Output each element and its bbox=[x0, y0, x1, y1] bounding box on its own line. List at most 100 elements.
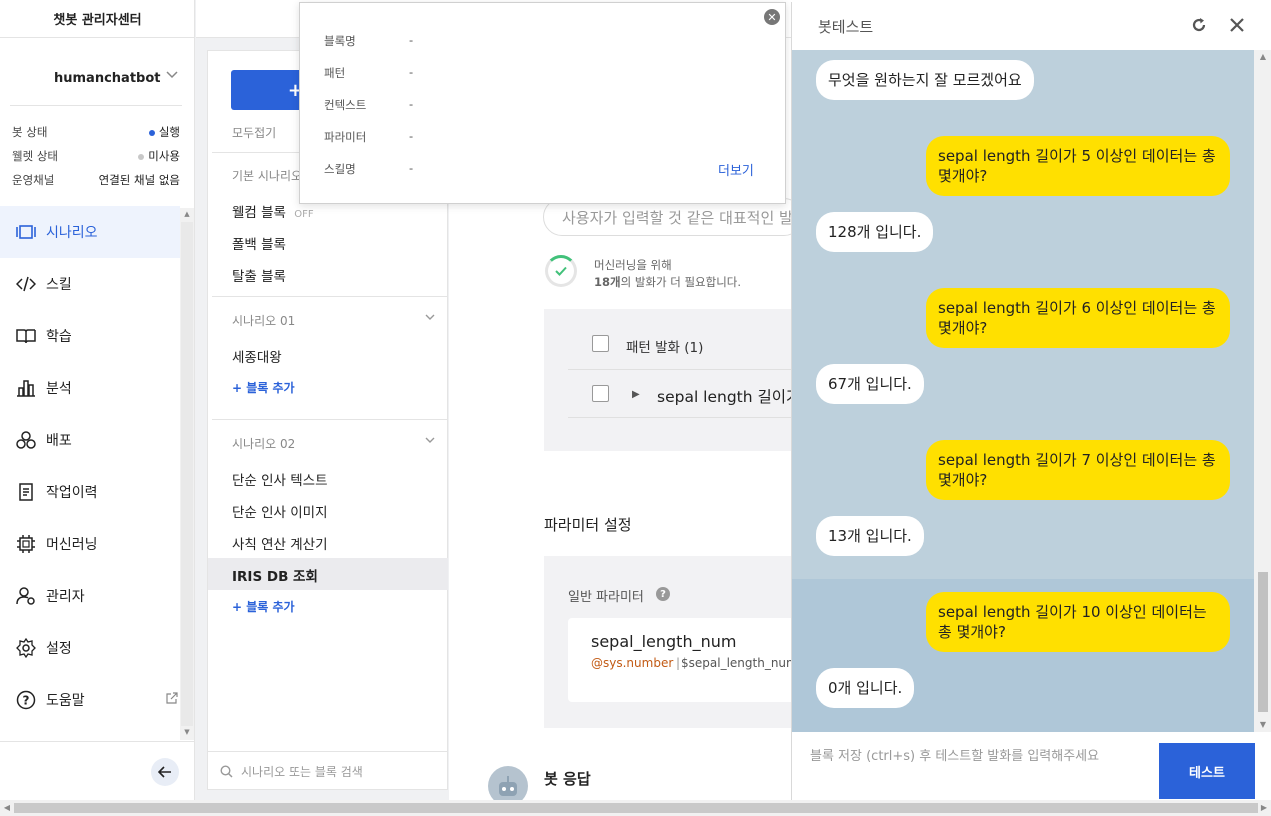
nav-item-help[interactable]: ? 도움말 bbox=[0, 674, 180, 726]
wallet-status-row: 웰렛 상태 미사용 bbox=[12, 146, 180, 166]
scrollbar-thumb[interactable] bbox=[181, 222, 193, 726]
arrow-left-icon bbox=[158, 766, 171, 778]
block-item[interactable]: 폴백 블록 bbox=[232, 233, 286, 253]
nav-label: 학습 bbox=[46, 329, 72, 345]
channel-status-row: 운영채널 연결된 채널 없음 bbox=[12, 170, 180, 190]
nav-item-learning[interactable]: 학습 bbox=[0, 310, 180, 362]
channel-status-label: 운영채널 bbox=[12, 173, 55, 187]
block-info-popup: ✕ 블록명 - 패턴 - 컨텍스트 - 파라미터 - 스킬명 - 더보기 bbox=[299, 2, 786, 204]
nav-item-analysis[interactable]: 분석 bbox=[0, 362, 180, 414]
parameter-card[interactable]: sepal_length_num @sys.number | $sepal_le… bbox=[568, 618, 798, 702]
block-item[interactable]: 단순 인사 텍스트 bbox=[232, 469, 328, 489]
block-item[interactable]: 세종대왕 bbox=[232, 346, 282, 366]
ml-hint: 머신러닝을 위해 bbox=[594, 258, 672, 272]
admin-icon bbox=[16, 586, 36, 606]
chevron-down-icon[interactable] bbox=[425, 436, 435, 447]
add-block-link[interactable]: + 블록 추가 bbox=[232, 598, 295, 615]
chat-scrollbar[interactable]: ▲ ▼ bbox=[1254, 50, 1271, 732]
nav-label: 도움말 bbox=[46, 693, 85, 709]
nav-label: 머신러닝 bbox=[46, 537, 98, 553]
pattern-row-checkbox[interactable] bbox=[592, 385, 609, 402]
search-icon bbox=[220, 765, 233, 778]
pattern-header: 패턴 발화 (1) bbox=[626, 340, 704, 356]
scroll-up-icon[interactable]: ▲ bbox=[1254, 50, 1271, 64]
scrollbar-thumb[interactable] bbox=[14, 803, 1258, 813]
gear-icon bbox=[16, 638, 36, 658]
nav-label: 배포 bbox=[46, 433, 72, 449]
nav-item-history[interactable]: 작업이력 bbox=[0, 466, 180, 518]
divider bbox=[212, 419, 448, 420]
channel-status-value: 연결된 채널 없음 bbox=[98, 173, 180, 187]
close-icon[interactable] bbox=[1228, 16, 1246, 34]
popup-value: - bbox=[409, 33, 414, 47]
select-all-checkbox[interactable] bbox=[592, 335, 609, 352]
sidebar-scrollbar[interactable]: ▲ ▼ bbox=[180, 208, 194, 740]
help-icon: ? bbox=[16, 690, 36, 710]
chart-icon bbox=[16, 378, 36, 398]
scroll-left-icon[interactable]: ◀ bbox=[0, 800, 14, 816]
block-item[interactable]: 웰컴 블록 OFF bbox=[232, 201, 314, 221]
refresh-icon[interactable] bbox=[1190, 16, 1208, 34]
nav-label: 스킬 bbox=[46, 277, 72, 293]
horizontal-scrollbar[interactable]: ◀ ▶ bbox=[0, 800, 1271, 816]
parameter-section-title: 파라미터 설정 bbox=[544, 516, 632, 534]
block-item[interactable]: 사칙 연산 계산기 bbox=[232, 533, 328, 553]
user-message: sepal length 길이가 6 이상인 데이터는 총 몇개야? bbox=[926, 288, 1230, 348]
scroll-right-icon[interactable]: ▶ bbox=[1257, 800, 1271, 816]
popup-label: 파라미터 bbox=[324, 130, 367, 144]
popup-label: 스킬명 bbox=[324, 162, 356, 176]
basic-scenario-label: 기본 시나리오 bbox=[232, 169, 303, 183]
nav-item-settings[interactable]: 설정 bbox=[0, 622, 180, 674]
scrollbar-thumb[interactable] bbox=[1258, 572, 1268, 712]
pattern-utterance[interactable]: sepal length 길이가 bbox=[657, 385, 792, 407]
popup-label: 패턴 bbox=[324, 66, 346, 80]
bot-test-panel: 봇테스트 무엇을 원하는지 잘 모르겠어요 sepal length 길이가 5… bbox=[791, 2, 1271, 800]
chevron-down-icon[interactable] bbox=[425, 313, 435, 324]
bot-message: 13개 입니다. bbox=[816, 516, 924, 556]
popup-value: - bbox=[409, 161, 414, 175]
scenario-group-title[interactable]: 시나리오 01 bbox=[232, 312, 295, 329]
nav-item-ml[interactable]: 머신러닝 bbox=[0, 518, 180, 570]
nav-item-admin[interactable]: 관리자 bbox=[0, 570, 180, 622]
collapse-all-link[interactable]: 모두접기 bbox=[232, 124, 276, 141]
divider bbox=[568, 369, 794, 370]
parameter-name: sepal_length_num bbox=[591, 632, 737, 651]
bot-selector[interactable]: humanchatbot bbox=[10, 52, 182, 106]
popup-value: - bbox=[409, 65, 414, 79]
nav-item-skill[interactable]: 스킬 bbox=[0, 258, 180, 310]
scroll-down-icon[interactable]: ▼ bbox=[1254, 718, 1271, 732]
scroll-up-icon[interactable]: ▲ bbox=[180, 208, 194, 220]
history-icon bbox=[16, 482, 36, 502]
more-link[interactable]: 더보기 bbox=[718, 160, 754, 179]
test-send-button[interactable]: 테스트 bbox=[1159, 743, 1255, 799]
chip-icon bbox=[16, 534, 36, 554]
user-message: sepal length 길이가 10 이상인 데이터는 총 몇개야? bbox=[926, 592, 1230, 652]
nav-item-deploy[interactable]: 배포 bbox=[0, 414, 180, 466]
scenario-icon bbox=[16, 222, 36, 242]
chevron-down-icon bbox=[166, 68, 178, 82]
help-icon[interactable]: ? bbox=[656, 587, 670, 601]
bot-message: 67개 입니다. bbox=[816, 364, 924, 404]
block-item[interactable]: 탈출 블록 bbox=[232, 265, 286, 285]
scenario-group-title[interactable]: 시나리오 02 bbox=[232, 435, 295, 452]
nav-item-scenario[interactable]: 시나리오 bbox=[0, 206, 180, 258]
block-label: IRIS DB 조회 bbox=[232, 569, 318, 585]
app-title: 챗봇 관리자센터 bbox=[0, 0, 195, 38]
collapse-sidebar-button[interactable] bbox=[151, 758, 179, 786]
add-block-link[interactable]: + 블록 추가 bbox=[232, 379, 295, 396]
search-input[interactable]: 시나리오 또는 블록 검색 bbox=[241, 763, 363, 780]
wallet-status-label: 웰렛 상태 bbox=[12, 149, 58, 163]
parameter-box: 일반 파라미터 ? sepal_length_num @sys.number |… bbox=[544, 556, 798, 728]
block-item[interactable]: 단순 인사 이미지 bbox=[232, 501, 328, 521]
divider bbox=[568, 417, 794, 418]
popup-label: 컨텍스트 bbox=[324, 98, 367, 112]
popup-value: - bbox=[409, 97, 414, 111]
popup-value: - bbox=[409, 129, 414, 143]
expand-triangle-icon[interactable]: ▶ bbox=[632, 389, 640, 400]
bot-message: 128개 입니다. bbox=[816, 212, 934, 252]
scroll-down-icon[interactable]: ▼ bbox=[180, 726, 194, 738]
test-message-input[interactable]: 블록 저장 (ctrl+s) 후 테스트할 발화를 입력해주세요 bbox=[810, 745, 1099, 764]
close-icon[interactable]: ✕ bbox=[764, 9, 780, 25]
nav-label: 시나리오 bbox=[46, 225, 98, 241]
scenario-search[interactable]: 시나리오 또는 블록 검색 bbox=[208, 751, 448, 791]
